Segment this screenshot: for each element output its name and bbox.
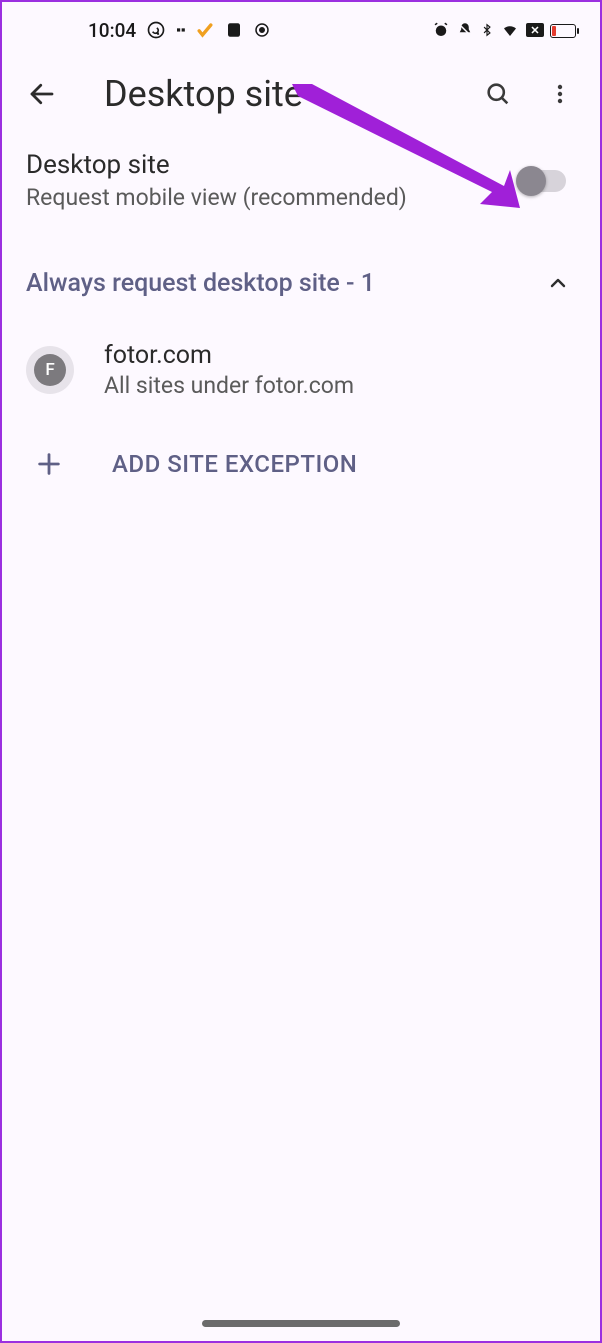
site-favicon: F: [26, 346, 74, 394]
bluetooth-icon: [480, 21, 494, 39]
desktop-site-toggle[interactable]: [518, 170, 566, 192]
back-button[interactable]: [20, 72, 64, 116]
dots-icon: ▪▪: [176, 22, 185, 38]
wifi-icon: [500, 21, 520, 39]
favicon-letter: F: [34, 354, 66, 386]
pref-title: Desktop site: [26, 150, 506, 180]
more-button[interactable]: [538, 72, 582, 116]
site-text: fotor.com All sites under fotor.com: [104, 341, 354, 399]
note-icon: [225, 21, 243, 39]
collapse-button[interactable]: [540, 265, 576, 301]
app-bar: Desktop site: [2, 58, 600, 134]
site-subtitle: All sites under fotor.com: [104, 372, 354, 399]
check-icon: [195, 20, 215, 40]
section-label: Always request desktop site - 1: [26, 269, 540, 298]
alarm-icon: [432, 21, 450, 39]
pref-text: Desktop site Request mobile view (recomm…: [26, 150, 506, 211]
signal-x-icon: ✕: [526, 23, 544, 37]
search-button[interactable]: [476, 72, 520, 116]
plus-icon: [34, 449, 64, 479]
site-name: fotor.com: [104, 341, 354, 370]
chevron-up-icon: [546, 271, 570, 295]
more-vert-icon: [548, 82, 572, 106]
battery-icon: [550, 19, 576, 42]
status-bar: 10:04 ▪▪: [2, 2, 600, 58]
add-site-exception[interactable]: ADD SITE EXCEPTION: [2, 421, 600, 507]
site-item-fotor[interactable]: F fotor.com All sites under fotor.com: [2, 319, 600, 421]
device-frame: 10:04 ▪▪: [0, 0, 602, 1343]
toggle-knob: [516, 166, 546, 196]
whatsapp-icon: [146, 20, 166, 40]
gesture-nav-bar[interactable]: [202, 1320, 400, 1327]
search-icon: [484, 80, 512, 108]
arrow-left-icon: [27, 79, 57, 109]
circle-app-icon: [253, 21, 271, 39]
pref-subtitle: Request mobile view (recommended): [26, 184, 506, 211]
add-exception-label: ADD SITE EXCEPTION: [112, 450, 357, 478]
status-right: ✕: [432, 19, 576, 42]
page-title: Desktop site: [82, 73, 458, 115]
status-time: 10:04: [88, 19, 136, 42]
desktop-site-pref[interactable]: Desktop site Request mobile view (recomm…: [2, 134, 600, 243]
mute-icon: [456, 21, 474, 39]
status-left: 10:04 ▪▪: [88, 19, 271, 42]
always-request-section[interactable]: Always request desktop site - 1: [2, 243, 600, 319]
